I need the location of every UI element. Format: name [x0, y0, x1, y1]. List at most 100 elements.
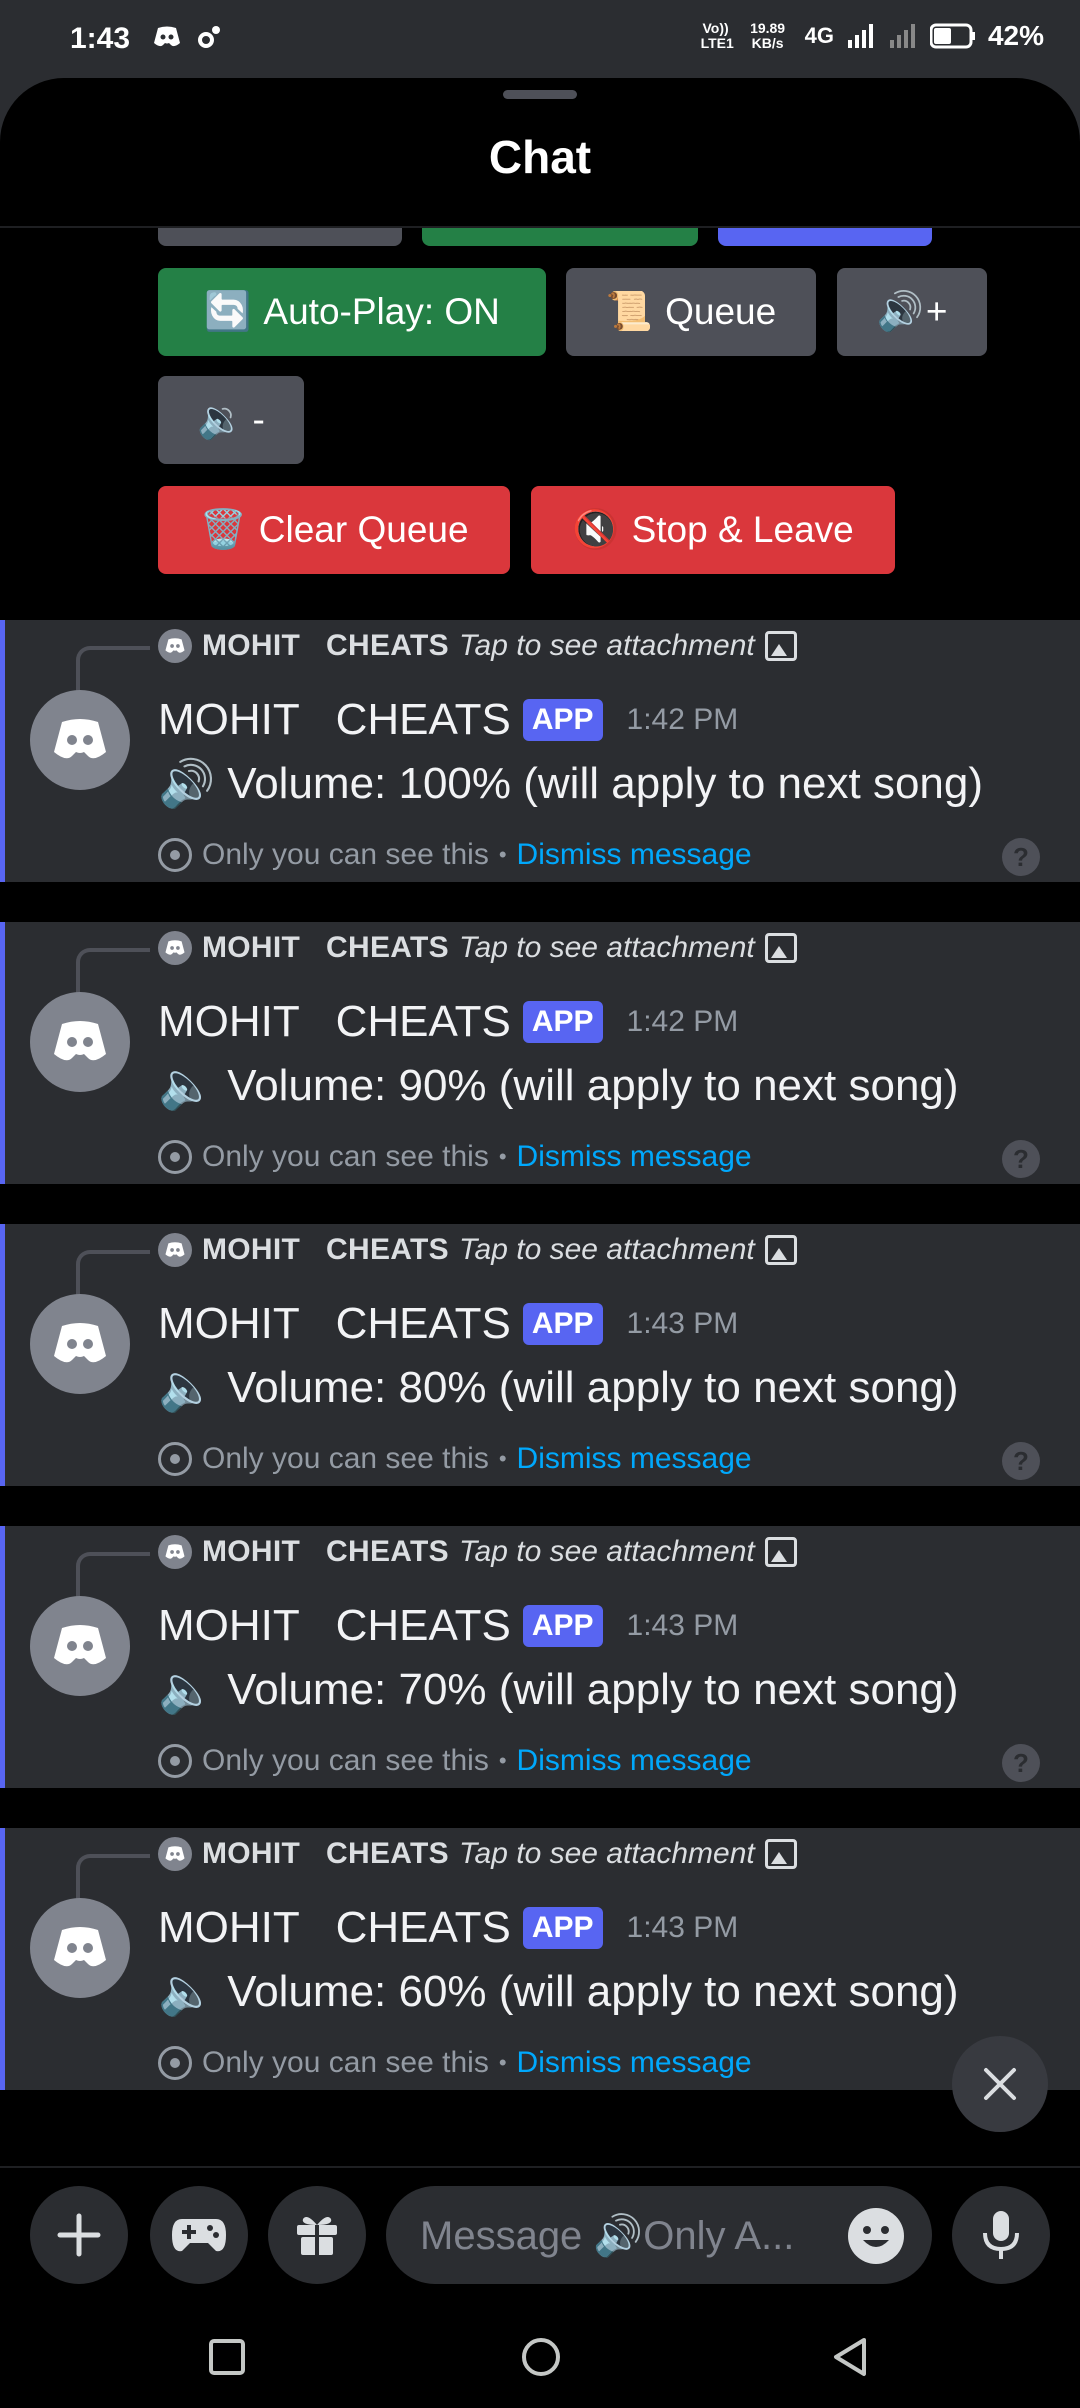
close-button[interactable] [952, 2036, 1048, 2132]
ephemeral-text: Only you can see this [202, 838, 489, 871]
reply-author[interactable]: MOHIT CHEATS [202, 629, 449, 663]
emoji-button[interactable] [848, 2208, 904, 2264]
eye-icon [158, 1744, 192, 1778]
reply-attachment-text[interactable]: Tap to see attachment [459, 931, 755, 965]
avatar[interactable] [30, 1294, 130, 1394]
reply-preview[interactable]: MOHIT CHEATS Tap to see attachment [158, 1834, 797, 1874]
ephemeral-text: Only you can see this [202, 2046, 489, 2079]
close-icon [984, 2068, 1016, 2100]
discord-icon [158, 1535, 192, 1569]
app-badge: APP [522, 699, 603, 741]
reply-attachment-text[interactable]: Tap to see attachment [459, 629, 755, 663]
message-text: Volume: 90% (will apply to next song) [227, 1060, 959, 1110]
autoplay-button[interactable]: 🔄 Auto-Play: ON [158, 268, 546, 356]
reply-author[interactable]: MOHIT CHEATS [202, 1535, 449, 1569]
partial-button-gray[interactable] [158, 228, 402, 246]
dismiss-message-link[interactable]: Dismiss message [517, 1140, 752, 1174]
repeat-icon: 🔄 [204, 291, 252, 333]
queue-button[interactable]: 📜 Queue [566, 268, 816, 356]
discord-icon [158, 1233, 192, 1267]
message-content: 🔈 Volume: 90% (will apply to next song) [158, 1058, 959, 1113]
ephemeral-message[interactable]: MOHIT CHEATS Tap to see attachment MOHIT… [0, 922, 1080, 1184]
dismiss-message-link[interactable]: Dismiss message [517, 1744, 752, 1778]
ephemeral-message[interactable]: MOHIT CHEATS Tap to see attachment MOHIT… [0, 1526, 1080, 1788]
sheet-drag-handle[interactable] [503, 90, 577, 99]
dismiss-message-link[interactable]: Dismiss message [517, 1442, 752, 1476]
highlight-bar [0, 1828, 5, 2090]
author-name[interactable]: MOHIT CHEATS [158, 997, 511, 1047]
network-type: 4G [804, 23, 834, 48]
author-name[interactable]: MOHIT CHEATS [158, 1299, 511, 1349]
back-icon[interactable] [830, 2336, 870, 2378]
ephemeral-message[interactable]: MOHIT CHEATS Tap to see attachment MOHIT… [0, 1828, 1080, 2090]
author-name[interactable]: MOHIT CHEATS [158, 1601, 511, 1651]
app-badge: APP [522, 1907, 603, 1949]
help-icon[interactable]: ? [1002, 1442, 1040, 1480]
message-text: Volume: 80% (will apply to next song) [227, 1362, 959, 1412]
image-icon [764, 631, 797, 661]
highlight-bar [0, 620, 5, 882]
stop-leave-button[interactable]: 🔇 Stop & Leave [531, 486, 895, 574]
recent-apps-icon[interactable] [208, 2338, 246, 2376]
avatar[interactable] [30, 1898, 130, 1998]
clear-queue-button[interactable]: 🗑️ Clear Queue [158, 486, 510, 574]
help-icon[interactable]: ? [1002, 1744, 1040, 1782]
avatar[interactable] [30, 690, 130, 790]
reply-attachment-text[interactable]: Tap to see attachment [459, 1233, 755, 1267]
reply-preview[interactable]: MOHIT CHEATS Tap to see attachment [158, 626, 797, 666]
gift-button[interactable] [268, 2186, 366, 2284]
ephemeral-notice: Only you can see this • Dismiss message [158, 1140, 752, 1174]
author-name[interactable]: MOHIT CHEATS [158, 1903, 511, 1953]
ephemeral-text: Only you can see this [202, 1140, 489, 1173]
message-content: 🔊 Volume: 100% (will apply to next song) [158, 756, 983, 811]
settings-notification-icon [198, 26, 220, 48]
author-name[interactable]: MOHIT CHEATS [158, 695, 511, 745]
reply-author[interactable]: MOHIT CHEATS [202, 931, 449, 965]
app-badge: APP [522, 1303, 603, 1345]
partial-button-blurple[interactable] [718, 228, 932, 246]
home-icon[interactable] [520, 2336, 562, 2378]
gamepad-icon [172, 2219, 226, 2252]
help-icon[interactable]: ? [1002, 838, 1040, 876]
app-badge: APP [522, 1605, 603, 1647]
ephemeral-message[interactable]: MOHIT CHEATS Tap to see attachment MOHIT… [0, 620, 1080, 882]
partial-button-green[interactable] [422, 228, 698, 246]
message-content: 🔈 Volume: 60% (will apply to next song) [158, 1964, 959, 2019]
system-nav-bar [0, 2306, 1080, 2408]
eye-icon [158, 838, 192, 872]
reply-attachment-text[interactable]: Tap to see attachment [459, 1535, 755, 1569]
network-speed: 19.89 KB/s [750, 20, 786, 51]
reply-connector [76, 646, 150, 692]
reply-preview[interactable]: MOHIT CHEATS Tap to see attachment [158, 1230, 797, 1270]
volte-indicator: Vo)) LTE1 [700, 20, 734, 51]
dismiss-message-link[interactable]: Dismiss message [517, 838, 752, 872]
highlight-bar [0, 1526, 5, 1788]
app-badge: APP [522, 1001, 603, 1043]
reply-author[interactable]: MOHIT CHEATS [202, 1233, 449, 1267]
reply-preview[interactable]: MOHIT CHEATS Tap to see attachment [158, 1532, 797, 1572]
add-attachment-button[interactable] [30, 2186, 128, 2284]
volume-up-button[interactable]: 🔊 + [837, 268, 987, 356]
avatar[interactable] [30, 1596, 130, 1696]
gift-icon [297, 2217, 337, 2255]
timestamp: 1:43 PM [626, 1609, 739, 1642]
highlight-bar [0, 1224, 5, 1486]
avatar[interactable] [30, 992, 130, 1092]
activities-button[interactable] [150, 2186, 248, 2284]
message-text: Volume: 60% (will apply to next song) [227, 1966, 959, 2016]
message-content: 🔈 Volume: 70% (will apply to next song) [158, 1662, 959, 1717]
trash-icon: 🗑️ [199, 509, 247, 551]
signal-icon-secondary [889, 24, 915, 48]
dismiss-message-link[interactable]: Dismiss message [517, 2046, 752, 2080]
image-icon [764, 933, 797, 963]
reply-preview[interactable]: MOHIT CHEATS Tap to see attachment [158, 928, 797, 968]
mute-icon: 🔇 [572, 509, 620, 551]
reply-attachment-text[interactable]: Tap to see attachment [459, 1837, 755, 1871]
volume-down-button[interactable]: 🔉 - [158, 376, 304, 464]
voice-message-button[interactable] [952, 2186, 1050, 2284]
speaker-icon: 🔈 [158, 1361, 216, 1413]
help-icon[interactable]: ? [1002, 1140, 1040, 1178]
ephemeral-message[interactable]: MOHIT CHEATS Tap to see attachment MOHIT… [0, 1224, 1080, 1486]
reply-author[interactable]: MOHIT CHEATS [202, 1837, 449, 1871]
ephemeral-text: Only you can see this [202, 1744, 489, 1777]
